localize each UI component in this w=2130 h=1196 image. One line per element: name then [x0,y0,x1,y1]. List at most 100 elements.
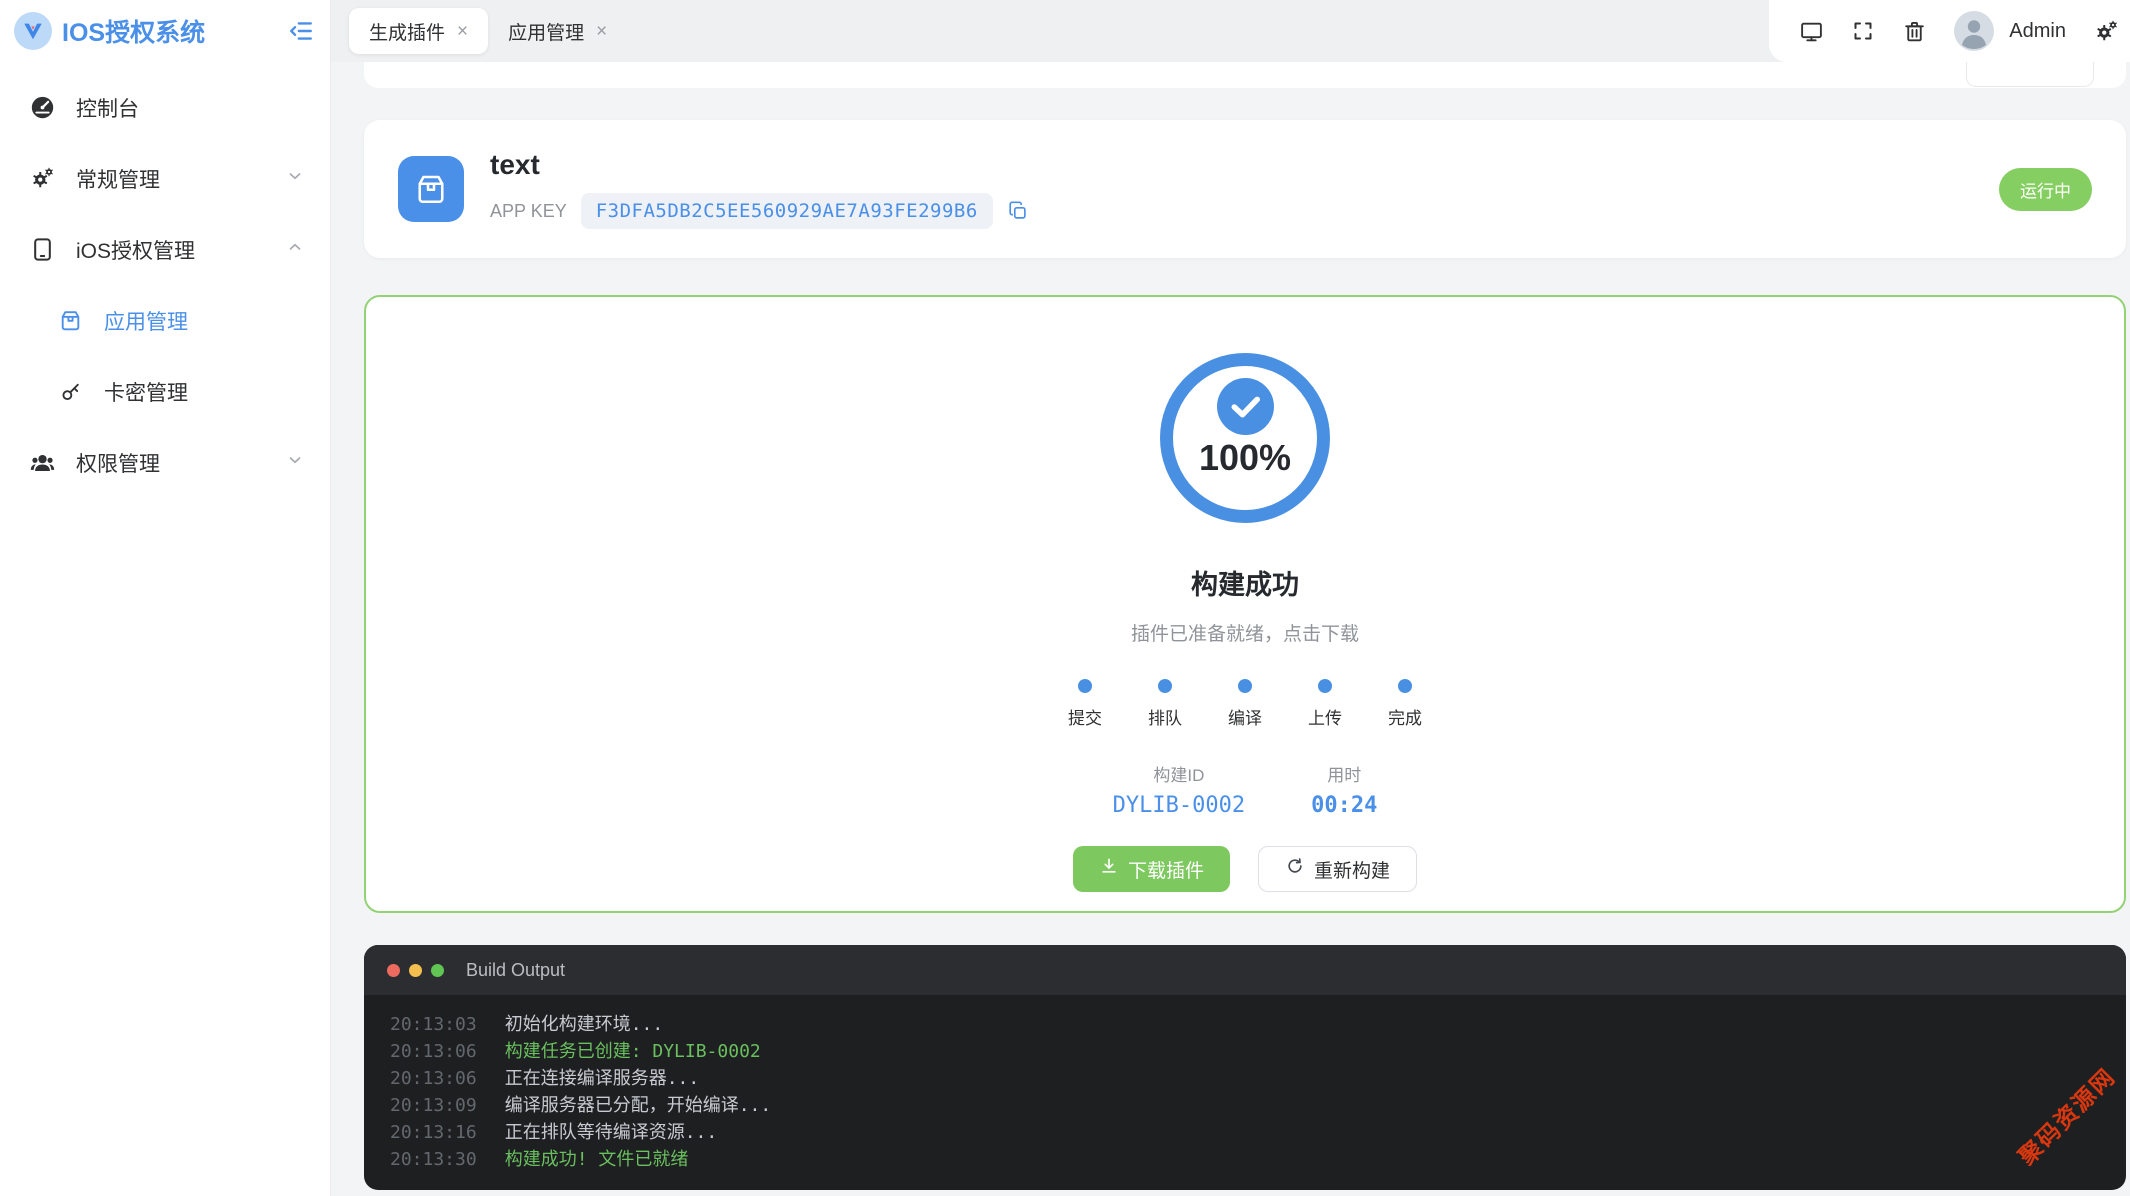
trash-icon[interactable] [1902,19,1927,44]
build-time-block: 用时 00:24 [1311,761,1377,818]
app-key-row: APP KEY F3DFA5DB2C5EE560929AE7A93FE299B6 [490,193,1029,229]
step-dot [1318,679,1332,693]
package-icon [56,308,84,333]
step-label: 排队 [1148,709,1182,728]
build-time-label: 用时 [1327,766,1362,785]
log-message: 正在排队等待编译资源... [504,1122,718,1143]
chevron-down-icon [286,167,304,191]
log-timestamp: 20:13:06 [390,1041,477,1062]
step-label: 编译 [1228,709,1262,728]
avatar[interactable] [1954,11,1995,51]
scrolled-card-remnant [364,62,2126,88]
log-timestamp: 20:13:03 [390,1014,477,1035]
rebuild-button[interactable]: 重新构建 [1258,846,1418,892]
build-id-label: 构建ID [1153,766,1205,785]
copy-icon[interactable] [1007,200,1029,222]
fullscreen-icon[interactable] [1851,19,1875,43]
main-content: text APP KEY F3DFA5DB2C5EE560929AE7A93FE… [331,62,2130,1196]
sidebar-item-permission-management[interactable]: 权限管理 [0,427,330,498]
status-badge: 运行中 [1999,167,2092,211]
app-package-icon [398,156,464,222]
log-message: 初始化构建环境... [504,1014,664,1035]
download-plugin-button[interactable]: 下载插件 [1072,846,1230,892]
download-button-label: 下载插件 [1127,860,1204,882]
sidebar-item-label: iOS授权管理 [76,239,196,263]
gears-icon [28,165,56,192]
app-key-label: APP KEY [490,200,567,221]
sidebar-item-key-management[interactable]: 卡密管理 [0,356,330,427]
sidebar-collapse-icon[interactable] [288,18,314,44]
build-id-block: 构建ID DYLIB-0002 [1113,761,1245,818]
sidebar-item-general-management[interactable]: 常规管理 [0,143,330,214]
build-output-terminal: Build Output 20:13:03 初始化构建环境... 20:13:0… [364,945,2126,1190]
sidebar-item-label: 常规管理 [76,168,160,192]
sidebar-item-label: 应用管理 [104,310,188,334]
log-line: 20:13:06 正在连接编译服务器... [390,1065,2100,1092]
log-timestamp: 20:13:06 [390,1068,477,1089]
step-label: 提交 [1068,709,1102,728]
sidebar: IOS授权系统 控制台 常规管理 iOS授权管理 应用管理 卡密管理 权限管理 [0,0,331,1196]
step-dot [1398,679,1412,693]
step-compile: 编译 [1228,679,1262,729]
build-steps: 提交 排队 编译 上传 完成 [1068,679,1422,729]
tab-label: 应用管理 [508,22,585,44]
log-message: 构建任务已创建: DYLIB-0002 [504,1041,761,1062]
tab-app-management[interactable]: 应用管理 × [488,8,627,54]
step-queue: 排队 [1148,679,1182,729]
terminal-green-dot-icon [431,963,444,977]
progress-percent: 100% [1198,437,1292,478]
sidebar-item-app-management[interactable]: 应用管理 [0,285,330,356]
terminal-title: Build Output [466,959,566,980]
build-info: 构建ID DYLIB-0002 用时 00:24 [1113,761,1378,818]
sidebar-item-console[interactable]: 控制台 [0,72,330,143]
log-line: 20:13:30 构建成功! 文件已就绪 [390,1146,2100,1173]
sidebar-item-label: 卡密管理 [104,381,188,405]
build-id-value: DYLIB-0002 [1112,793,1246,818]
app-title: IOS授权系统 [62,19,206,47]
terminal-yellow-dot-icon [409,963,422,977]
build-result-card: 100% 构建成功 插件已准备就绪，点击下载 提交 排队 编译 上传 完成 构建… [364,295,2126,913]
step-dot [1078,679,1092,693]
chevron-down-icon [286,451,304,475]
log-line: 20:13:03 初始化构建环境... [390,1011,2100,1038]
monitor-icon[interactable] [1799,19,1824,44]
progress-ring: 100% [1160,353,1330,523]
log-message: 编译服务器已分配，开始编译... [504,1095,772,1116]
close-icon[interactable]: × [457,22,468,41]
app-info-card: text APP KEY F3DFA5DB2C5EE560929AE7A93FE… [364,120,2126,258]
log-timestamp: 20:13:09 [390,1095,477,1116]
step-done: 完成 [1388,679,1422,729]
log-message: 正在连接编译服务器... [504,1068,700,1089]
log-timestamp: 20:13:16 [390,1122,477,1143]
settings-gears-icon[interactable] [2093,18,2120,45]
terminal-red-dot-icon [387,963,400,977]
topbar-actions: Admin [1769,0,2130,62]
tablet-icon [28,236,56,263]
dashboard-icon [28,94,56,121]
terminal-log: 20:13:03 初始化构建环境... 20:13:06 构建任务已创建: DY… [364,995,2126,1189]
close-icon[interactable]: × [596,22,607,41]
tab-generate-plugin[interactable]: 生成插件 × [349,8,489,54]
app-name: text [490,149,540,180]
sidebar-item-ios-auth-management[interactable]: iOS授权管理 [0,214,330,285]
sidebar-header: IOS授权系统 [0,0,330,62]
key-icon [56,379,84,404]
app-window: IOS授权系统 控制台 常规管理 iOS授权管理 应用管理 卡密管理 权限管理 … [0,0,2130,1196]
tab-label: 生成插件 [369,22,446,44]
step-dot [1158,679,1172,693]
build-title: 构建成功 [1191,570,1299,600]
log-line: 20:13:16 正在排队等待编译资源... [390,1119,2100,1146]
log-message: 构建成功! 文件已就绪 [504,1149,689,1170]
sidebar-nav: 控制台 常规管理 iOS授权管理 应用管理 卡密管理 权限管理 [0,62,330,498]
step-submit: 提交 [1068,679,1102,729]
logo-icon [14,12,52,50]
log-line: 20:13:09 编译服务器已分配，开始编译... [390,1092,2100,1119]
username[interactable]: Admin [2009,20,2066,43]
terminal-header: Build Output [364,945,2126,995]
app-key-value: F3DFA5DB2C5EE560929AE7A93FE299B6 [580,193,993,229]
app-meta: text APP KEY F3DFA5DB2C5EE560929AE7A93FE… [490,149,1029,229]
build-subtitle: 插件已准备就绪，点击下载 [1130,624,1359,645]
check-circle-icon [1216,378,1274,435]
refresh-icon [1285,856,1305,882]
build-time-value: 00:24 [1311,793,1378,818]
